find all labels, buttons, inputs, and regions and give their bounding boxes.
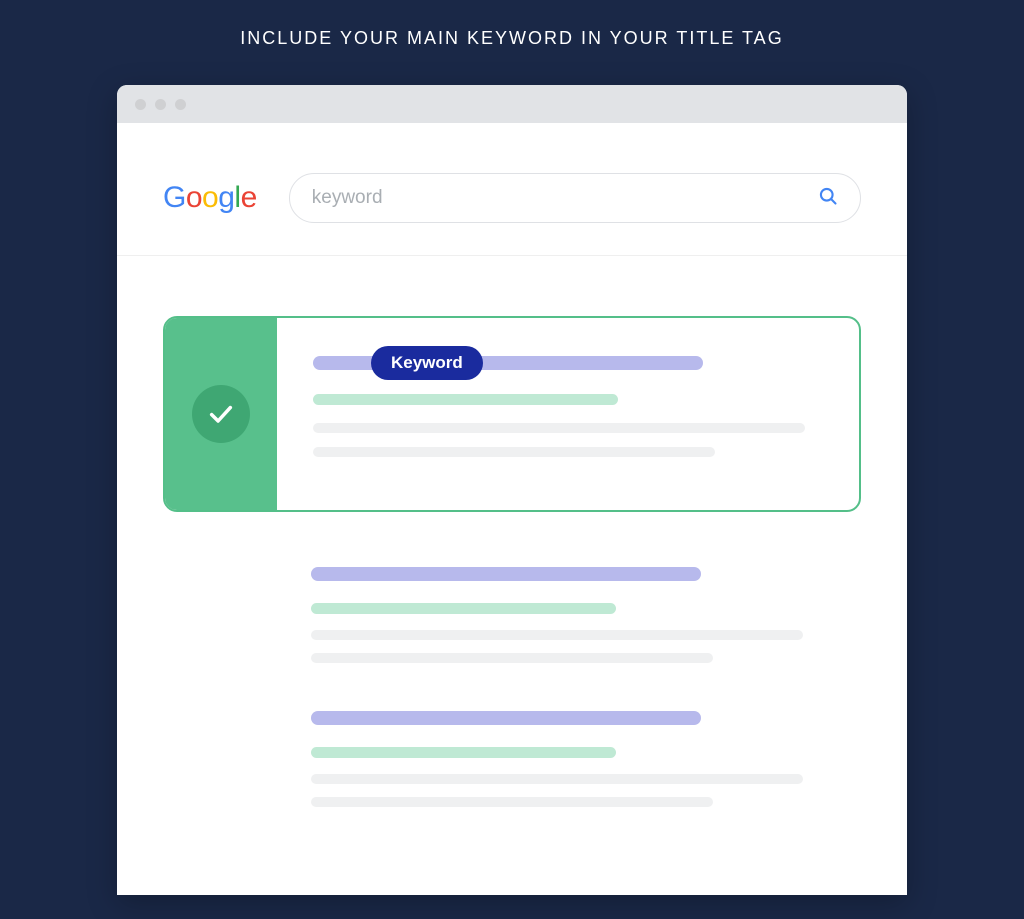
- highlight-badge-area: [165, 318, 277, 510]
- browser-titlebar: [117, 85, 907, 123]
- result-title-line: [311, 711, 701, 725]
- logo-letter: e: [241, 183, 257, 213]
- result-description-line: [311, 630, 803, 640]
- window-control-minimize[interactable]: [155, 99, 166, 110]
- result-url-line: [313, 394, 618, 405]
- result-content: Keyword: [277, 318, 859, 510]
- result-url-line: [311, 603, 616, 614]
- keyword-pill: Keyword: [371, 346, 483, 380]
- check-badge: [192, 385, 250, 443]
- result-description-line: [313, 447, 715, 457]
- result-description-line: [311, 774, 803, 784]
- browser-window: G o o g l e keyword: [117, 85, 907, 895]
- search-icon[interactable]: [818, 186, 838, 211]
- google-logo: G o o g l e: [163, 183, 257, 213]
- result-description-line: [313, 423, 805, 433]
- result-description-line: [311, 653, 713, 663]
- result-description-line: [311, 797, 713, 807]
- window-control-maximize[interactable]: [175, 99, 186, 110]
- window-control-close[interactable]: [135, 99, 146, 110]
- check-icon: [207, 400, 235, 428]
- search-result: [163, 567, 861, 663]
- search-result: [163, 711, 861, 807]
- logo-letter: G: [163, 183, 186, 213]
- page-heading: INCLUDE YOUR MAIN KEYWORD IN YOUR TITLE …: [0, 0, 1024, 49]
- result-title-line: Keyword: [313, 356, 703, 370]
- search-results: Keyword: [117, 256, 907, 895]
- search-input[interactable]: keyword: [289, 173, 861, 223]
- result-url-line: [311, 747, 616, 758]
- logo-letter: g: [218, 183, 234, 213]
- logo-letter: o: [202, 183, 218, 213]
- search-query-text: keyword: [312, 187, 383, 209]
- result-title-line: [311, 567, 701, 581]
- highlighted-result: Keyword: [163, 316, 861, 512]
- logo-letter: o: [186, 183, 202, 213]
- search-header: G o o g l e keyword: [117, 123, 907, 256]
